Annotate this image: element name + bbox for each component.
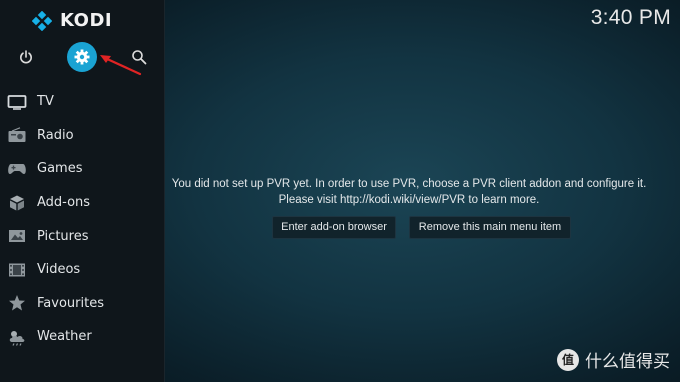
tv-icon (6, 91, 28, 113)
menu-item-label: Favourites (37, 295, 104, 311)
clock: 3:40 PM (590, 6, 671, 29)
radio-icon (6, 124, 28, 146)
film-icon (6, 259, 28, 281)
menu-item-weather[interactable]: Weather (0, 320, 165, 354)
menu-item-label: Radio (37, 127, 74, 143)
menu-item-radio[interactable]: Radio (0, 119, 165, 153)
watermark-badge: 值 (557, 348, 579, 371)
menu-item-games[interactable]: Games (0, 152, 165, 186)
brand-label: KODI (60, 10, 113, 31)
menu-item-label: Videos (37, 262, 81, 278)
main-menu: TV Radio Games Add-ons Pictures Videos F… (0, 85, 165, 354)
remove-menu-item-button[interactable]: Remove this main menu item (409, 216, 571, 239)
menu-item-pictures[interactable]: Pictures (0, 219, 165, 253)
pvr-message: You did not set up PVR yet. In order to … (171, 178, 647, 206)
kodi-logo-icon (32, 10, 52, 31)
menu-item-label: Add-ons (37, 195, 91, 211)
sidebar: KODI TV Radio Games Add-ons Pictures Vid… (0, 0, 165, 382)
annotation-arrow-icon (100, 55, 142, 76)
weather-icon (6, 326, 28, 348)
power-button[interactable] (11, 42, 41, 72)
menu-item-label: Games (37, 161, 83, 177)
menu-item-addons[interactable]: Add-ons (0, 186, 165, 220)
watermark: 值 什么值得买 (557, 347, 670, 372)
enter-addon-browser-button[interactable]: Enter add-on browser (272, 216, 396, 239)
addon-box-icon (6, 192, 28, 214)
menu-item-label: Weather (37, 329, 92, 345)
menu-item-tv[interactable]: TV (0, 85, 165, 119)
kodi-logo: KODI (32, 10, 112, 31)
settings-button[interactable] (67, 42, 97, 72)
watermark-text: 什么值得买 (585, 352, 670, 372)
menu-item-videos[interactable]: Videos (0, 253, 165, 287)
menu-item-label: TV (37, 94, 54, 110)
picture-icon (6, 225, 28, 247)
menu-item-favourites[interactable]: Favourites (0, 287, 165, 321)
star-icon (6, 292, 28, 314)
menu-item-label: Pictures (37, 228, 89, 244)
gamepad-icon (6, 158, 28, 180)
power-icon (20, 50, 32, 64)
gear-icon (74, 49, 90, 65)
